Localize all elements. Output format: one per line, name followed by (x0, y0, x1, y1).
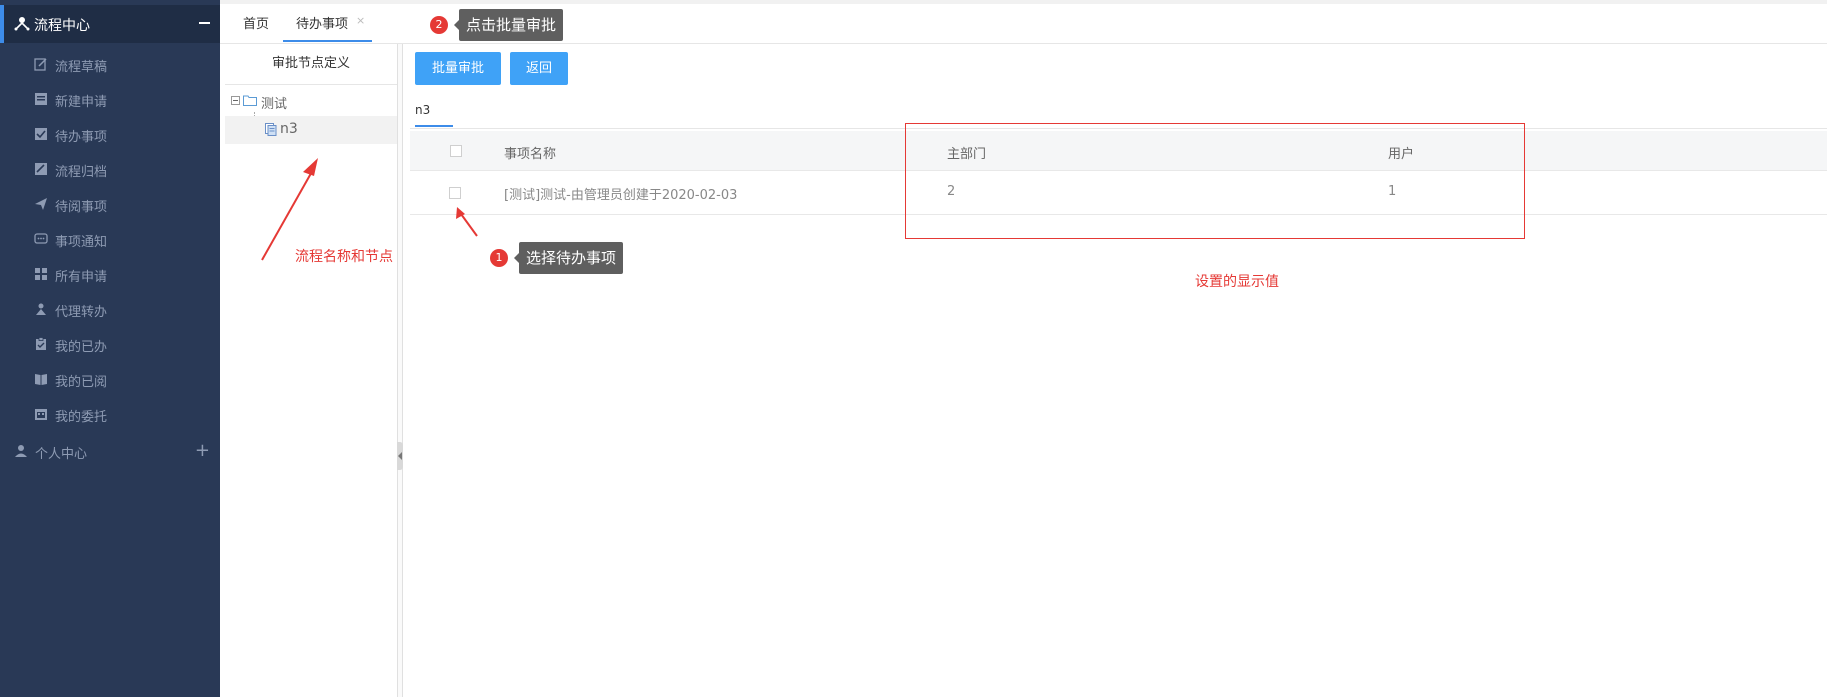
approval-node-tree-panel: 审批节点定义 测试 n3 (225, 44, 397, 697)
sidebar-item-label: 代理转办 (55, 305, 108, 320)
collapse-icon[interactable] (199, 22, 210, 24)
sidebar-item-drafts[interactable]: 流程草稿 (0, 49, 220, 79)
back-button[interactable]: 返回 (510, 52, 568, 85)
tab-node-n3[interactable]: n3 (415, 103, 430, 117)
sidebar-item-new-application[interactable]: 新建申请 (0, 84, 220, 114)
sidebar-item-label: 事项通知 (55, 235, 108, 250)
sidebar-item-label: 所有申请 (55, 270, 108, 285)
annotation-highlight-box (905, 123, 1525, 239)
sidebar-item-my-entrust[interactable]: 我的委托 (0, 399, 220, 429)
annotation-display-value-note: 设置的显示值 (1195, 274, 1279, 290)
row-checkbox[interactable] (449, 187, 461, 199)
sidebar-header-label: 流程中心 (34, 18, 90, 34)
sidebar-item-my-done[interactable]: 我的已办 (0, 329, 220, 359)
collapse-panel-handle[interactable] (397, 442, 403, 470)
process-center-icon (14, 17, 30, 31)
active-tab-indicator (283, 40, 372, 42)
step-badge-1: 1 (490, 249, 508, 267)
document-icon (265, 123, 277, 136)
sidebar-item-archive[interactable]: 流程归档 (0, 154, 220, 184)
tree-root-label: 测试 (261, 97, 288, 112)
sidebar-item-my-read[interactable]: 我的已阅 (0, 364, 220, 394)
annotation-process-node-note: 流程名称和节点 (295, 249, 393, 265)
sidebar-item-to-read[interactable]: 待阅事项 (0, 189, 220, 219)
clipboard-icon (36, 337, 46, 350)
sidebar-item-label: 待阅事项 (55, 200, 108, 215)
chat-icon (34, 233, 48, 244)
sidebar-item-label: 我的委托 (55, 410, 108, 425)
form-icon (35, 93, 47, 105)
edit-icon (34, 58, 47, 71)
calendar-icon (35, 409, 47, 420)
book-icon (35, 374, 47, 385)
tab-home[interactable]: 首页 (243, 13, 269, 32)
annotation-step2-tooltip: 点击批量审批 (453, 9, 564, 41)
tree-child-label: n3 (280, 121, 298, 137)
expand-icon[interactable]: + (195, 442, 210, 460)
user-icon (15, 445, 27, 457)
sidebar-item-todo[interactable]: 待办事项 (0, 119, 220, 149)
sidebar-item-label: 流程草稿 (55, 60, 108, 75)
column-header-item-name: 事项名称 (504, 147, 557, 162)
sidebar-personal-label: 个人中心 (35, 447, 88, 462)
annotation-step1-tooltip: 选择待办事项 (513, 242, 624, 274)
sidebar-item-all-applications[interactable]: 所有申请 (0, 259, 220, 289)
step-badge-2: 2 (430, 16, 448, 34)
sidebar-item-delegate[interactable]: 代理转办 (0, 294, 220, 324)
select-all-checkbox[interactable] (450, 145, 462, 157)
sidebar-item-label: 流程归档 (55, 165, 108, 180)
folder-icon (243, 95, 257, 106)
active-subtab-indicator (415, 125, 453, 127)
tab-todo[interactable]: 待办事项 (296, 13, 348, 32)
sidebar-item-notifications[interactable]: 事项通知 (0, 224, 220, 254)
sidebar: 流程中心 流程草稿 新建申请 待办事项 流程归档 待阅事项 事项通知 所有申请 … (0, 0, 220, 697)
sidebar-item-label: 我的已阅 (55, 375, 108, 390)
panel-splitter[interactable] (397, 44, 403, 697)
archive-icon (35, 163, 47, 175)
grid-icon (35, 268, 47, 280)
sidebar-item-label: 待办事项 (55, 130, 108, 145)
sidebar-section-process-center[interactable]: 流程中心 (0, 5, 220, 43)
send-icon (35, 198, 47, 210)
close-icon[interactable]: × (356, 14, 365, 27)
todo-icon (35, 128, 47, 140)
collapse-toggle-icon[interactable] (231, 96, 240, 105)
sidebar-item-label: 我的已办 (55, 340, 108, 355)
sidebar-item-label: 新建申请 (55, 95, 108, 110)
batch-approve-button[interactable]: 批量审批 (415, 52, 501, 85)
cell-item-name[interactable]: [测试]测试-由管理员创建于2020-02-03 (504, 184, 737, 203)
tree-panel-title: 审批节点定义 (225, 44, 397, 85)
sidebar-section-personal-center[interactable]: 个人中心 + (0, 436, 220, 466)
tree-child-node[interactable]: n3 (225, 116, 397, 144)
delegate-icon (36, 303, 46, 315)
